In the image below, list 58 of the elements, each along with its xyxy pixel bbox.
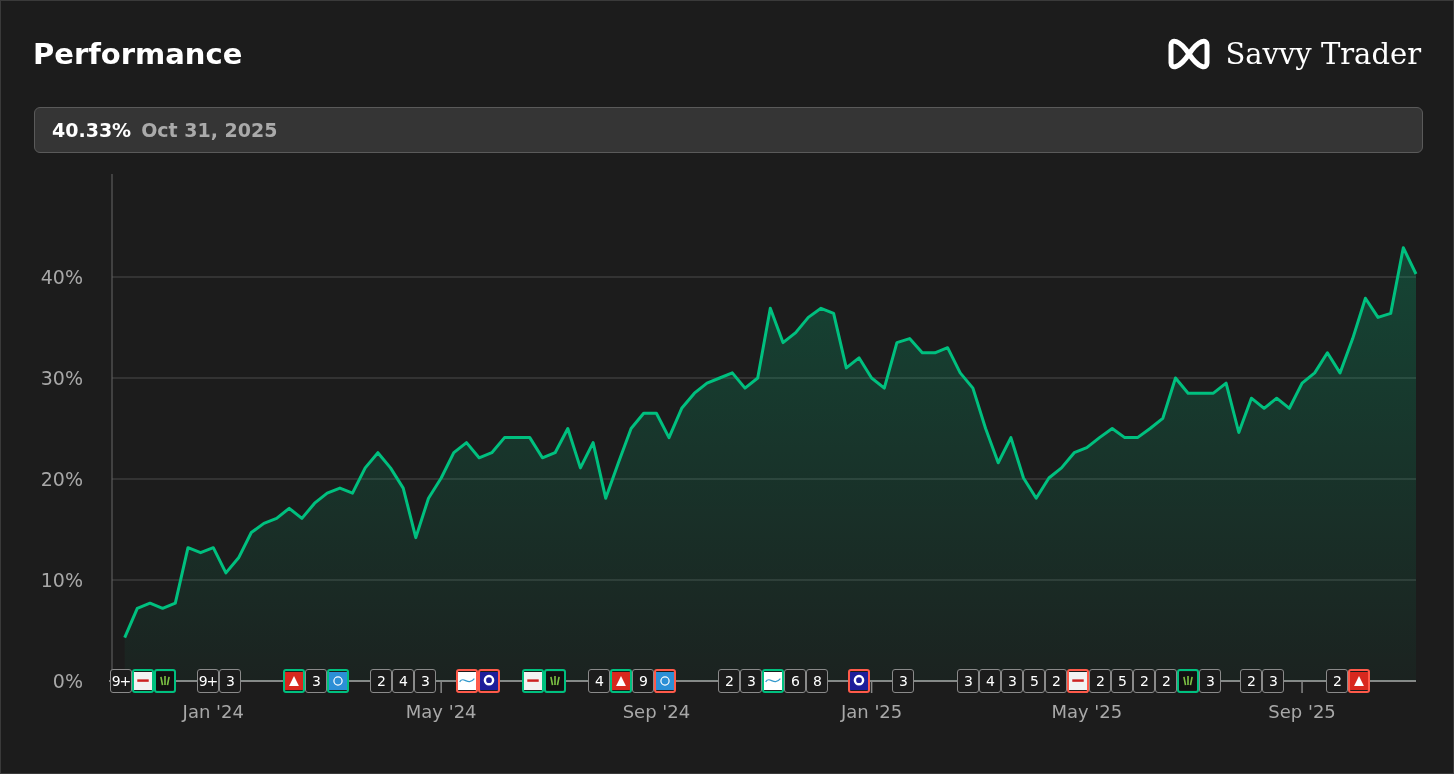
trade-count-badge[interactable]: 4 <box>979 669 1001 693</box>
trade-count-badge[interactable]: 3 <box>740 669 762 693</box>
company-logo-icon[interactable] <box>327 669 349 693</box>
company-logo-icon[interactable] <box>1348 669 1370 693</box>
trade-count-badge[interactable]: 4 <box>392 669 414 693</box>
company-logo-icon[interactable] <box>283 669 305 693</box>
trade-count-badge[interactable]: 3 <box>892 669 914 693</box>
company-logo-icon[interactable] <box>762 669 784 693</box>
axis-label: May '25 <box>1051 701 1123 722</box>
trade-count-badge[interactable]: 5 <box>1111 669 1133 693</box>
axis-label: Jan '25 <box>840 701 903 722</box>
trade-count-badge[interactable]: 6 <box>784 669 806 693</box>
company-logo-icon[interactable] <box>154 669 176 693</box>
return-date: Oct 31, 2025 <box>141 119 278 141</box>
trade-count-badge[interactable]: 8 <box>806 669 828 693</box>
trade-count-badge[interactable]: 3 <box>1262 669 1284 693</box>
trade-count-badge[interactable]: 2 <box>1326 669 1348 693</box>
company-logo-icon[interactable] <box>478 669 500 693</box>
trade-count-badge[interactable]: 2 <box>1045 669 1067 693</box>
trade-count-badge[interactable]: 2 <box>718 669 740 693</box>
brand-name: Savvy Trader <box>1225 37 1421 71</box>
axis-label: 20% <box>40 468 83 490</box>
trade-count-badge[interactable]: 3 <box>1199 669 1221 693</box>
trade-count-badge[interactable]: 5 <box>1023 669 1045 693</box>
trade-count-badge[interactable]: 3 <box>414 669 436 693</box>
trade-count-badge[interactable]: 9 <box>632 669 654 693</box>
return-value: 40.33% <box>52 119 132 141</box>
trade-count-badge[interactable]: 2 <box>370 669 392 693</box>
brand-logo-icon <box>1167 37 1212 71</box>
company-logo-icon[interactable] <box>610 669 632 693</box>
company-logo-icon[interactable] <box>1067 669 1089 693</box>
company-logo-icon[interactable] <box>132 669 154 693</box>
trade-count-badge[interactable]: 3 <box>305 669 327 693</box>
trade-count-badge[interactable]: 2 <box>1155 669 1177 693</box>
trade-count-badge[interactable]: 3 <box>219 669 241 693</box>
trade-count-badge[interactable]: 3 <box>957 669 979 693</box>
company-logo-icon[interactable] <box>1177 669 1199 693</box>
trade-count-badge[interactable]: 2 <box>1240 669 1262 693</box>
trade-count-badge[interactable]: 9+ <box>197 669 219 693</box>
company-logo-icon[interactable] <box>456 669 478 693</box>
axis-label: Sep '25 <box>1268 701 1336 722</box>
axis-label: Sep '24 <box>622 701 691 722</box>
axis-label: Jan '24 <box>182 701 244 722</box>
trade-count-badge[interactable]: 4 <box>588 669 610 693</box>
axis-label: 0% <box>52 670 83 692</box>
axis-label: 40% <box>40 266 83 288</box>
axis-label: 30% <box>40 367 83 389</box>
trade-count-badge[interactable]: 9+ <box>110 669 132 693</box>
axis-label: May '24 <box>405 701 477 722</box>
company-logo-icon[interactable] <box>654 669 676 693</box>
company-logo-icon[interactable] <box>544 669 566 693</box>
company-logo-icon[interactable] <box>522 669 544 693</box>
trade-count-badge[interactable]: 2 <box>1089 669 1111 693</box>
trade-count-badge[interactable]: 2 <box>1133 669 1155 693</box>
company-logo-icon[interactable] <box>848 669 870 693</box>
axis-label: 10% <box>40 569 83 591</box>
panel-title: Performance <box>33 37 243 71</box>
trade-count-badge[interactable]: 3 <box>1001 669 1023 693</box>
